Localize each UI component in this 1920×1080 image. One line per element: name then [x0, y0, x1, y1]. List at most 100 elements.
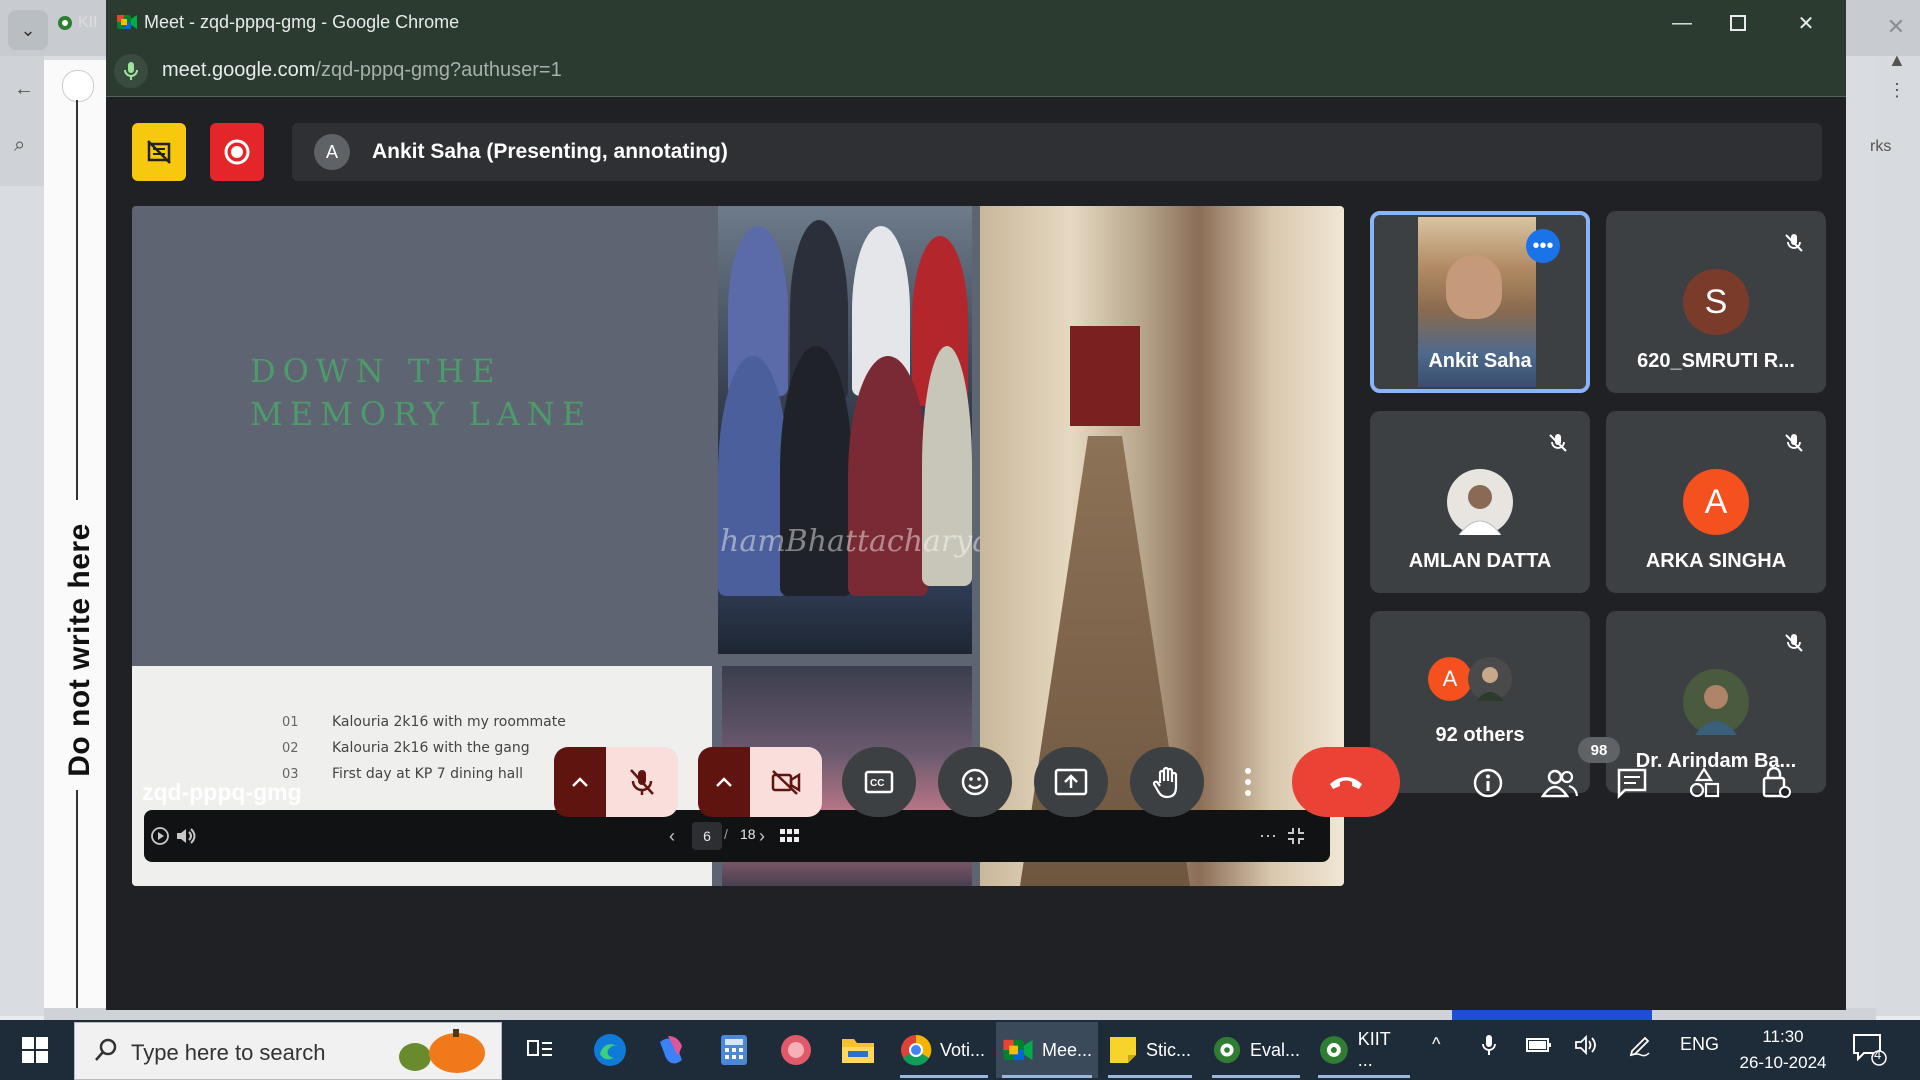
captions-icon: CC: [864, 770, 894, 794]
audio-settings-chevron-icon[interactable]: [554, 747, 606, 817]
grid-view-icon[interactable]: [778, 824, 802, 848]
taskbar-app-label: Mee...: [1041, 1039, 1092, 1060]
camera-control-group: [698, 747, 822, 817]
participant-avatar: A: [1683, 469, 1749, 535]
captions-button[interactable]: CC: [842, 747, 916, 817]
chrome-titlebar: KII Meet - zqd-pppq-gmg - Google Chrome …: [58, 0, 1846, 46]
more-options-button[interactable]: [1226, 747, 1270, 817]
notifications-icon[interactable]: 4: [1852, 1032, 1888, 1071]
task-view-icon[interactable]: [520, 1030, 560, 1070]
taskbar-app-chrome-voting[interactable]: Voti...: [894, 1022, 994, 1078]
start-windows-icon[interactable]: [10, 1030, 60, 1070]
emoji-icon: [961, 768, 989, 796]
background-close-icon[interactable]: ✕: [1876, 14, 1916, 44]
camera-toggle-button[interactable]: [750, 747, 822, 817]
next-slide-icon[interactable]: ›: [750, 824, 774, 848]
recording-button[interactable]: [210, 123, 264, 181]
photo-watermark: hamBhattacharya©: [720, 524, 1021, 559]
volume-icon[interactable]: [174, 824, 198, 848]
people-icon[interactable]: [1538, 761, 1582, 805]
participant-count-badge: 98: [1578, 737, 1620, 763]
participant-tile[interactable]: S 620_SMRUTI R...: [1606, 211, 1826, 393]
exit-fullscreen-icon[interactable]: [1284, 824, 1308, 848]
search-icon: [95, 1038, 117, 1061]
slide-list-item: 02 Kalouria 2k16 with the gang: [282, 740, 530, 756]
participant-avatar: A: [1428, 657, 1472, 701]
mic-toggle-button[interactable]: [606, 747, 678, 817]
taskbar-app-sticky-notes[interactable]: Stic...: [1102, 1022, 1198, 1078]
presenter-label: Ankit Saha (Presenting, annotating): [372, 140, 728, 163]
camera-off-icon: [771, 770, 801, 795]
taskbar-search-input[interactable]: Type here to search: [74, 1022, 502, 1080]
participant-tile[interactable]: ••• Ankit Saha: [1370, 211, 1590, 393]
minimize-icon[interactable]: —: [1652, 6, 1712, 40]
participant-tile[interactable]: A ARKA SINGHA: [1606, 411, 1826, 593]
scroll-up-icon[interactable]: ▲: [1888, 50, 1906, 71]
volume-tray-icon[interactable]: [1574, 1034, 1600, 1061]
video-settings-chevron-icon[interactable]: [698, 747, 750, 817]
taskbar-app-label: Stic...: [1146, 1039, 1192, 1060]
input-language[interactable]: ENG: [1680, 1034, 1719, 1055]
participant-name: Ankit Saha: [1428, 350, 1532, 372]
snipping-tool-icon[interactable]: [776, 1030, 816, 1070]
others-count-label: 92 others: [1435, 724, 1525, 746]
more-options-icon[interactable]: •••: [1526, 229, 1560, 263]
battery-icon[interactable]: [1526, 1034, 1552, 1061]
previous-slide-icon[interactable]: ‹: [660, 824, 684, 848]
present-button[interactable]: [1034, 747, 1108, 817]
reactions-button[interactable]: [938, 747, 1012, 817]
hide-presentation-button[interactable]: [132, 123, 186, 181]
mic-off-icon: [1780, 229, 1808, 257]
current-page-input[interactable]: 6: [692, 822, 722, 850]
more-vert-icon: [1245, 768, 1251, 796]
calculator-icon[interactable]: [714, 1030, 754, 1070]
system-clock[interactable]: 11:30 26-10-2024: [1728, 1024, 1838, 1076]
taskbar-app-meet[interactable]: Mee...: [996, 1022, 1098, 1078]
slide-controls-bar: ‹ 6 / 18 › ⋯: [144, 810, 1330, 862]
participant-tile[interactable]: AMLAN DATTA: [1370, 411, 1590, 593]
maximize-icon[interactable]: [1708, 6, 1768, 40]
chat-icon[interactable]: [1610, 761, 1654, 805]
menu-dots-icon[interactable]: ⋮: [1888, 80, 1906, 101]
autoplay-icon[interactable]: [148, 824, 172, 848]
activities-icon[interactable]: [1682, 761, 1726, 805]
search-icon[interactable]: ⌕: [14, 134, 25, 157]
microphone-tray-icon[interactable]: [1482, 1034, 1496, 1061]
mic-control-group: [554, 747, 678, 817]
edge-browser-icon[interactable]: [590, 1030, 630, 1070]
page-separator: /: [724, 826, 728, 842]
participant-photo-avatar: [1683, 669, 1749, 735]
background-tab[interactable]: KII: [56, 6, 112, 40]
search-placeholder: Type here to search: [131, 1040, 326, 1065]
tab-label: KII: [78, 14, 98, 31]
pen-menu-icon[interactable]: [1628, 1034, 1652, 1063]
meet-logo-icon: [117, 15, 137, 29]
presenter-avatar: A: [314, 134, 350, 170]
copilot-icon[interactable]: [652, 1030, 692, 1070]
more-options-icon[interactable]: ⋯: [1256, 824, 1280, 848]
notification-count: 4: [1874, 1047, 1882, 1062]
close-icon[interactable]: ✕: [1776, 6, 1836, 40]
raise-hand-button[interactable]: [1130, 747, 1204, 817]
margin-line: [76, 790, 78, 1020]
taskbar-app-kiit[interactable]: KIIT ...: [1312, 1022, 1416, 1078]
host-controls-icon[interactable]: [1754, 761, 1798, 805]
taskbar-app-label: Voti...: [940, 1039, 986, 1060]
url-text[interactable]: meet.google.com/zqd-pppq-gmg?authuser=1: [162, 59, 562, 82]
meeting-details-icon[interactable]: [1466, 761, 1510, 805]
scroll-knob[interactable]: [62, 70, 94, 102]
participant-avatar: S: [1683, 269, 1749, 335]
kiit-logo-icon: [1213, 1036, 1241, 1064]
sticky-notes-icon: [1110, 1037, 1136, 1063]
mic-active-icon[interactable]: [114, 54, 148, 88]
file-explorer-icon[interactable]: [838, 1030, 878, 1070]
slide-title: DOWN THE MEMORY LANE: [250, 352, 593, 433]
leave-call-button[interactable]: [1292, 747, 1400, 817]
meeting-code: zqd-pppq-gmg: [142, 779, 302, 805]
tab-list-chevron-icon[interactable]: ⌄: [8, 10, 48, 50]
show-hidden-icons-chevron-icon[interactable]: ^: [1432, 1034, 1440, 1055]
back-arrow-icon[interactable]: ←: [14, 78, 34, 101]
slide-list-item: 01 Kalouria 2k16 with my roommate: [282, 714, 566, 730]
background-left-strip: ← ⌕: [0, 56, 44, 186]
taskbar-app-evaluation[interactable]: Eval...: [1206, 1022, 1306, 1078]
